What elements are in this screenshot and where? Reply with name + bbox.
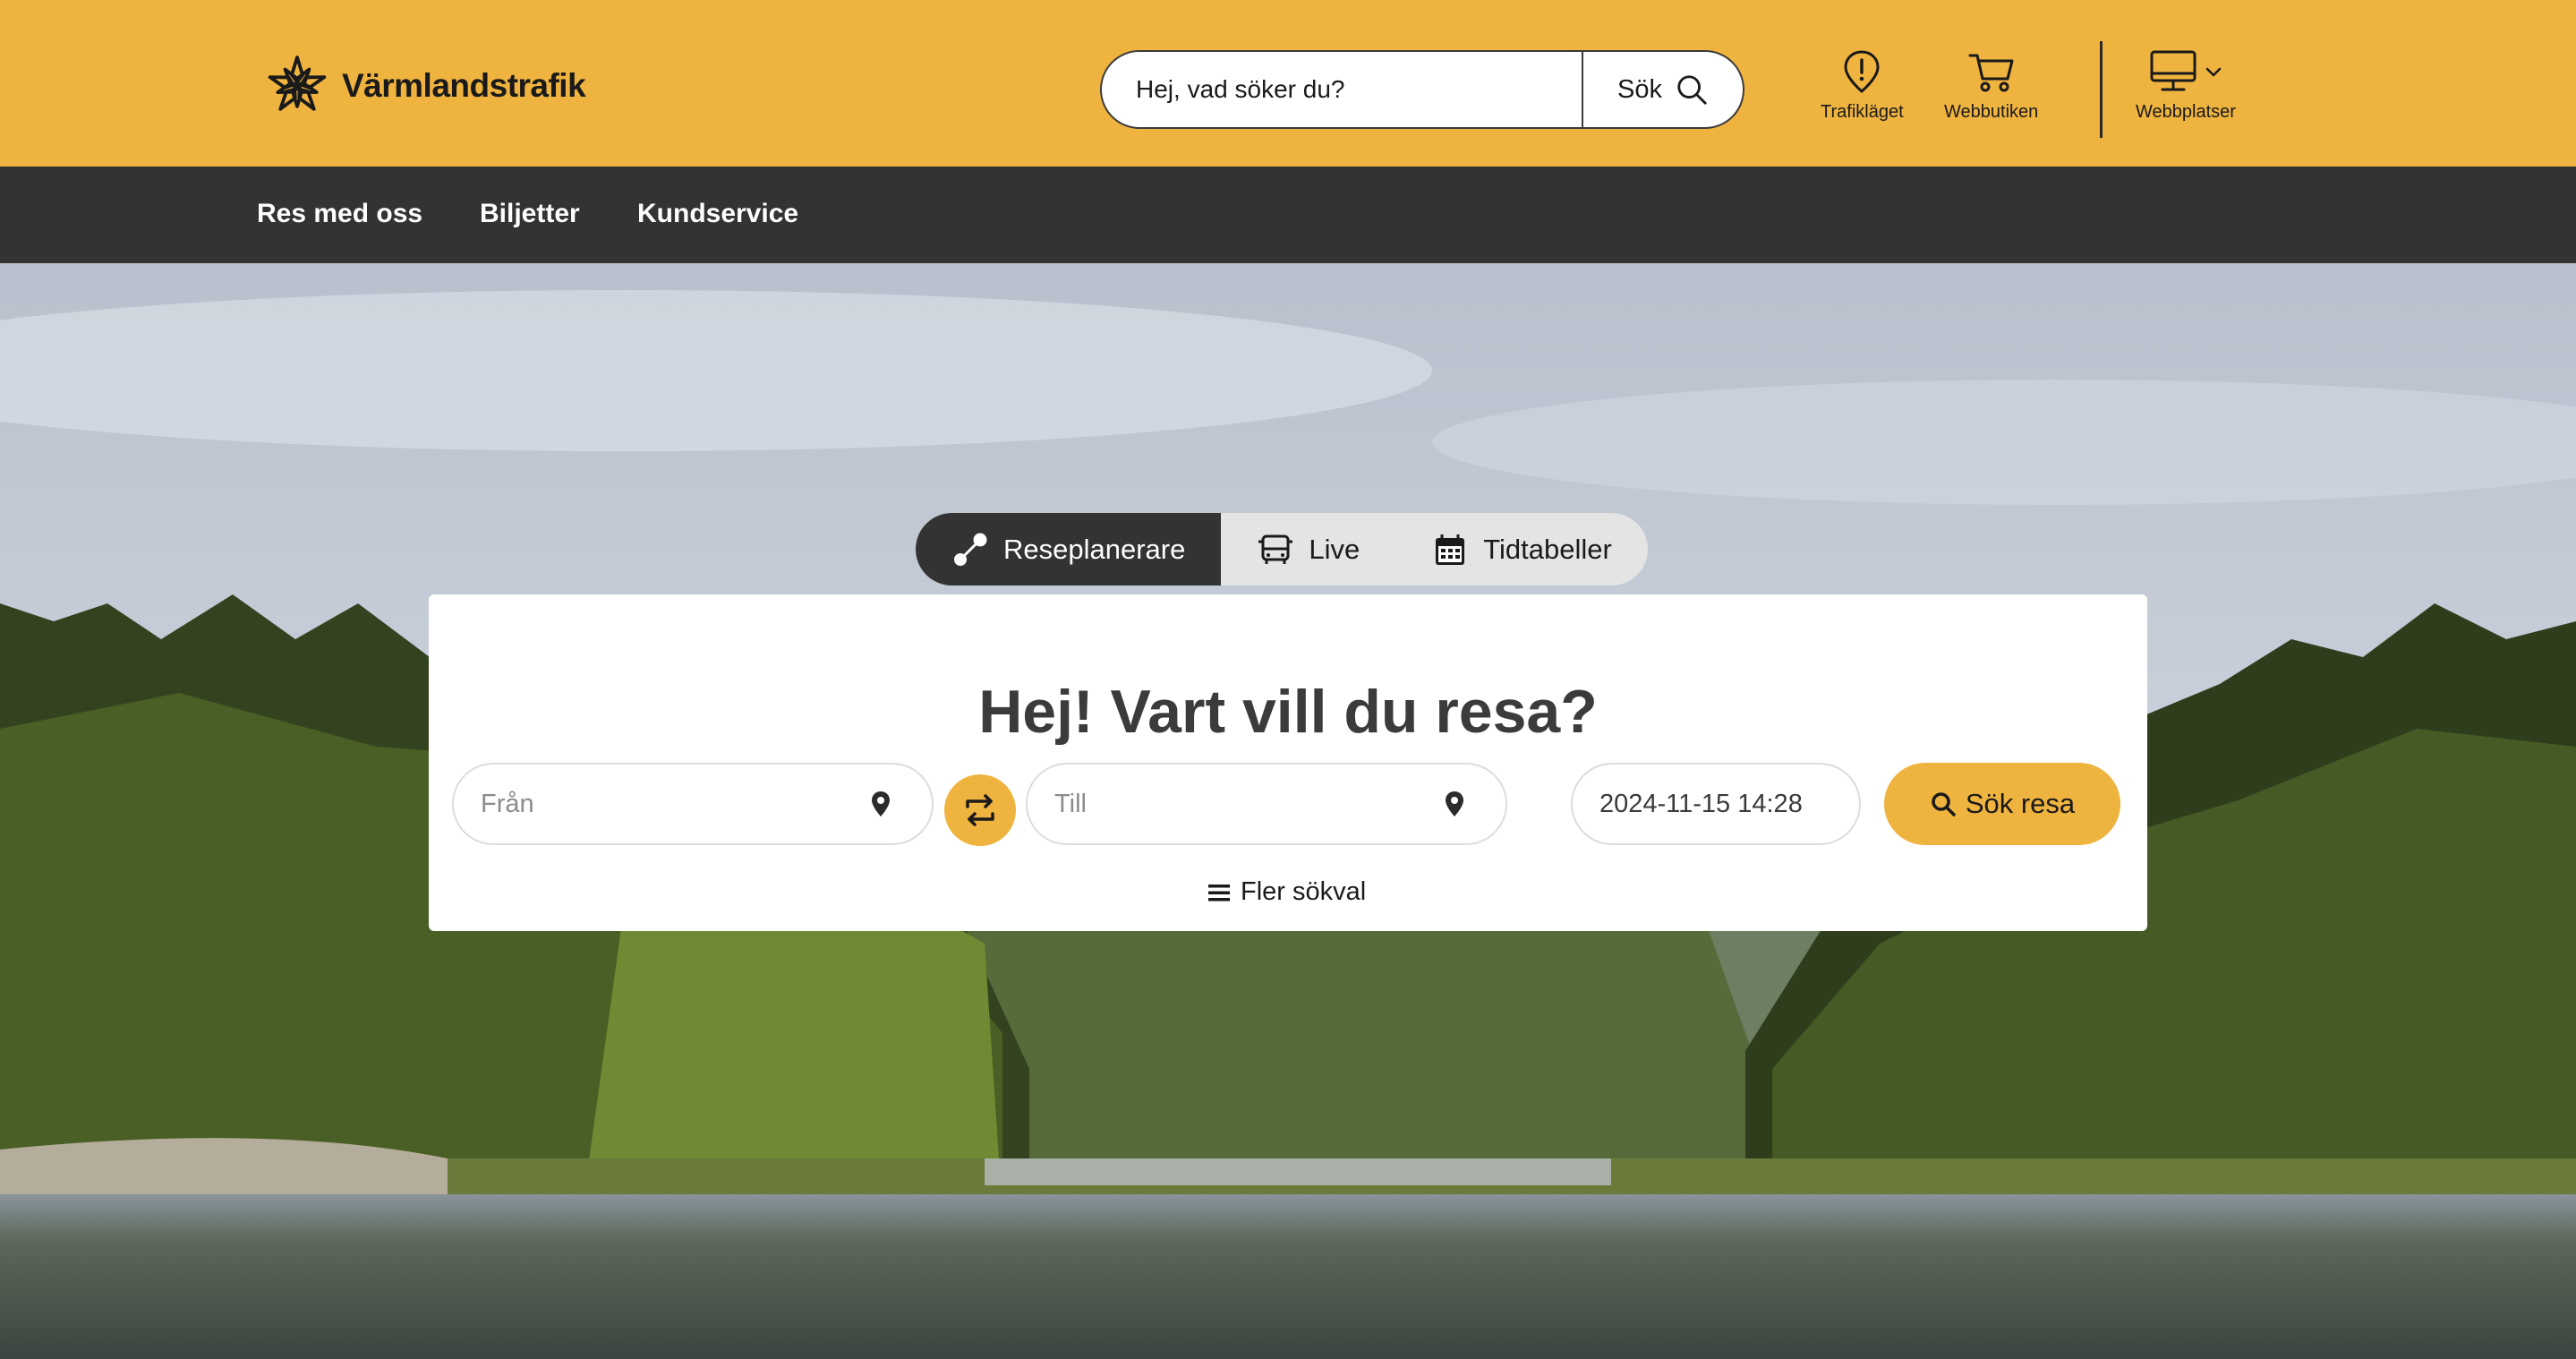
bus-icon bbox=[1258, 534, 1293, 564]
main-nav: Res med oss Biljetter Kundservice bbox=[0, 167, 2576, 263]
search-icon bbox=[1932, 792, 1956, 816]
from-input[interactable] bbox=[454, 789, 866, 819]
datetime-input[interactable] bbox=[1573, 789, 1859, 819]
brand-name: Värmlandstrafik bbox=[342, 67, 586, 104]
tab-reseplanerare-label: Reseplanerare bbox=[1003, 533, 1186, 565]
tab-live-label: Live bbox=[1309, 533, 1361, 565]
hero-landscape: Reseplanerare Live Tidtabeller Hej! Vart… bbox=[0, 263, 2576, 1359]
journey-planner-card: Hej! Vart vill du resa? Sök resa Fler sö… bbox=[429, 594, 2147, 931]
site-search: Sök bbox=[1100, 50, 1744, 129]
search-icon bbox=[1677, 75, 1707, 105]
quicklink-webshop[interactable]: Webbutiken bbox=[1944, 47, 2038, 123]
to-input[interactable] bbox=[1028, 789, 1439, 819]
nav-item-biljetter[interactable]: Biljetter bbox=[480, 199, 580, 229]
header-divider bbox=[2100, 41, 2103, 138]
brand-logo[interactable]: Värmlandstrafik bbox=[263, 52, 586, 120]
more-options-label: Fler sökval bbox=[1241, 877, 1367, 906]
swap-arrows-icon bbox=[966, 794, 994, 826]
planner-title: Hej! Vart vill du resa? bbox=[978, 678, 1598, 746]
search-input[interactable] bbox=[1102, 52, 1582, 127]
to-field[interactable] bbox=[1026, 763, 1507, 845]
quicklink-traffic[interactable]: Trafikläget bbox=[1821, 47, 1904, 123]
quicklink-webshop-label: Webbutiken bbox=[1944, 102, 2039, 122]
quicklink-websites[interactable]: Webbplatser bbox=[2136, 47, 2236, 123]
monitor-icon bbox=[2150, 50, 2196, 91]
chevron-down-icon bbox=[2205, 67, 2222, 77]
websites-icon-row bbox=[2148, 47, 2223, 97]
nav-item-res-med-oss[interactable]: Res med oss bbox=[257, 199, 422, 229]
nav-item-kundservice[interactable]: Kundservice bbox=[637, 199, 798, 229]
tab-tidtabeller[interactable]: Tidtabeller bbox=[1395, 513, 1648, 585]
planner-tabs: Reseplanerare Live Tidtabeller bbox=[916, 513, 1648, 585]
cart-icon bbox=[1968, 54, 2014, 92]
location-pin-icon[interactable] bbox=[1439, 789, 1470, 819]
from-field[interactable] bbox=[452, 763, 934, 845]
datetime-field[interactable] bbox=[1571, 763, 1861, 845]
location-pin-icon[interactable] bbox=[866, 789, 896, 819]
flower-logo-icon bbox=[268, 56, 327, 111]
tab-live[interactable]: Live bbox=[1221, 513, 1395, 585]
tab-tidtabeller-label: Tidtabeller bbox=[1483, 533, 1612, 565]
route-icon bbox=[954, 533, 987, 566]
search-journey-label: Sök resa bbox=[1965, 788, 2076, 819]
search-button[interactable]: Sök bbox=[1582, 52, 1743, 127]
quicklink-websites-label: Webbplatser bbox=[2136, 102, 2236, 122]
site-header: Värmlandstrafik Sök Trafikläget Webbutik… bbox=[0, 0, 2576, 167]
tab-reseplanerare[interactable]: Reseplanerare bbox=[916, 513, 1222, 585]
alert-pin-icon bbox=[1844, 50, 1880, 93]
hamburger-icon bbox=[1208, 884, 1230, 901]
more-options-toggle[interactable]: Fler sökval bbox=[1207, 877, 1366, 907]
calendar-icon bbox=[1436, 534, 1465, 565]
search-journey-button[interactable]: Sök resa bbox=[1884, 763, 2120, 845]
search-button-label: Sök bbox=[1617, 74, 1662, 104]
swap-stations-button[interactable] bbox=[944, 774, 1016, 846]
quicklink-traffic-label: Trafikläget bbox=[1821, 102, 1904, 122]
